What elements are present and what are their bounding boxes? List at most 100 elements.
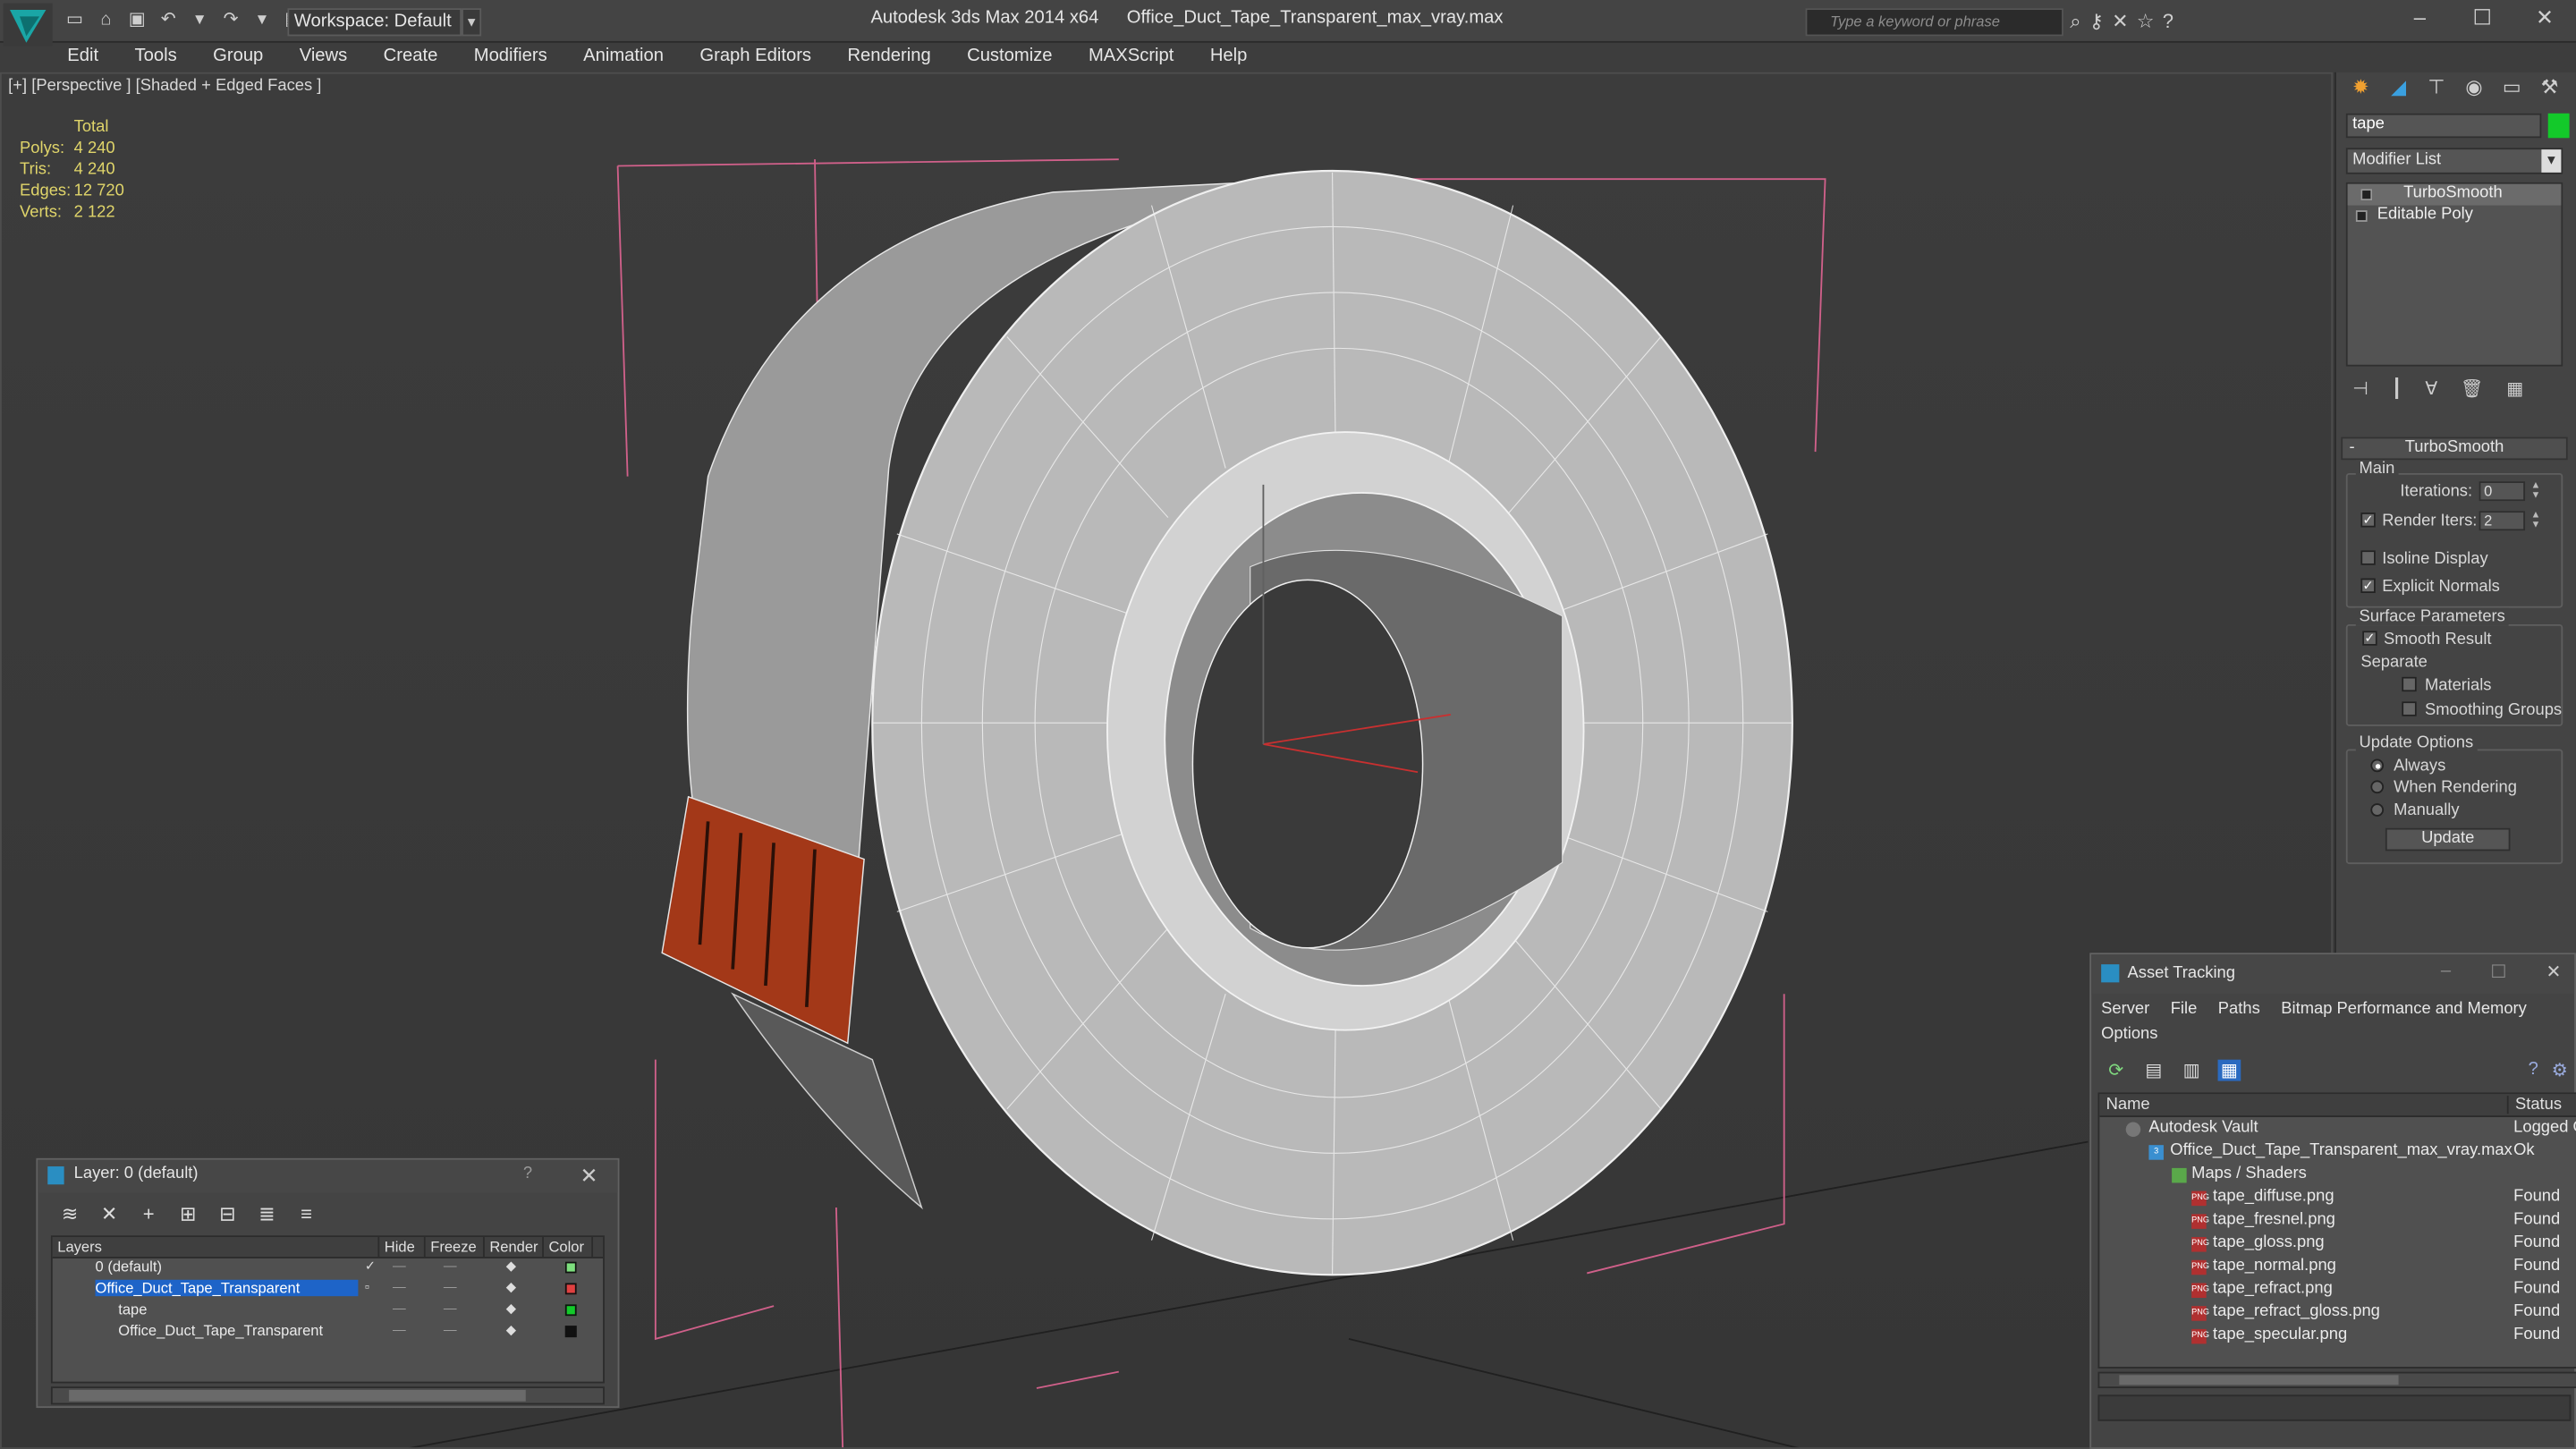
motion-tab-icon[interactable]: ◉	[2458, 75, 2491, 103]
remove-modifier-icon[interactable]: 🗑	[2461, 377, 2484, 399]
redo-dropdown-icon[interactable]: ▾	[250, 10, 275, 31]
open-file-icon[interactable]: ⌂	[94, 10, 119, 31]
modifier-list-dropdown[interactable]: Modifier List	[2345, 148, 2563, 174]
close-icon[interactable]: ✕	[580, 1163, 598, 1189]
col-render[interactable]: Render	[485, 1237, 544, 1258]
active-checkbox[interactable]: ▫	[365, 1280, 369, 1295]
materials-checkbox[interactable]	[2402, 676, 2417, 692]
menu-help[interactable]: Help	[1192, 43, 1266, 72]
smooth-result-checkbox[interactable]: ✓	[2362, 631, 2377, 646]
smoothing-groups-checkbox[interactable]	[2402, 701, 2417, 716]
menu-modifiers[interactable]: Modifiers	[456, 43, 565, 72]
menu-paths[interactable]: Paths	[2218, 1001, 2260, 1019]
table-row[interactable]: Office_Duct_Tape_Transparent — — ◆	[53, 1323, 603, 1344]
undo-icon[interactable]: ↶	[156, 10, 181, 31]
col-status[interactable]: Status	[2506, 1096, 2562, 1114]
render-iters-checkbox[interactable]: ✓	[2360, 513, 2376, 528]
hide-toggle[interactable]: —	[393, 1258, 406, 1274]
table-row[interactable]: Autodesk Vault Logged O	[2099, 1117, 2576, 1140]
menu-group[interactable]: Group	[195, 43, 282, 72]
modify-tab-icon[interactable]: ◢	[2382, 75, 2415, 103]
menu-rendering[interactable]: Rendering	[829, 43, 949, 72]
freeze-toggle[interactable]: —	[444, 1323, 457, 1338]
workspace-select[interactable]: Workspace: Default	[287, 8, 462, 37]
viewport-label[interactable]: [+] [Perspective ] [Shaded + Edged Faces…	[8, 77, 321, 95]
minimize-icon[interactable]: –	[2441, 961, 2451, 982]
hide-toggle[interactable]: —	[393, 1323, 406, 1338]
layer-window-titlebar[interactable]: Layer: 0 (default) ? ✕	[38, 1159, 618, 1193]
close-icon[interactable]: ✕	[2513, 0, 2576, 39]
freeze-toggle[interactable]: —	[444, 1280, 457, 1295]
render-teapot-icon[interactable]: ◆	[506, 1323, 516, 1338]
menu-options[interactable]: Options	[2101, 1025, 2157, 1043]
layers-icon[interactable]: ≋	[57, 1202, 82, 1225]
table-row[interactable]: PNG tape_diffuse.png Found	[2099, 1186, 2576, 1209]
expand-icon[interactable]	[2355, 210, 2368, 222]
thumbnail-view-icon[interactable]: ▥	[2180, 1060, 2203, 1081]
show-end-result-icon[interactable]: ┃	[2391, 377, 2402, 399]
always-radio[interactable]	[2370, 758, 2385, 773]
col-color[interactable]: Color	[544, 1237, 594, 1258]
highlight-layer-icon[interactable]: ⊟	[216, 1202, 241, 1225]
menu-tools[interactable]: Tools	[116, 43, 195, 72]
table-row[interactable]: Maps / Shaders	[2099, 1163, 2576, 1186]
utilities-tab-icon[interactable]: ⚒	[2533, 75, 2566, 103]
object-name-field[interactable]: tape	[2345, 113, 2542, 139]
hide-all-icon[interactable]: ≣	[255, 1202, 280, 1225]
menu-edit[interactable]: Edit	[49, 43, 116, 72]
table-row[interactable]: PNG tape_refract.png Found	[2099, 1278, 2576, 1301]
turbosmooth-rollout-header[interactable]: - TurboSmooth	[2341, 436, 2568, 461]
menu-create[interactable]: Create	[365, 43, 455, 72]
tools-icon[interactable]: ✕	[2112, 10, 2128, 35]
freeze-all-icon[interactable]: ≡	[294, 1202, 319, 1225]
chevron-down-icon[interactable]: ▼	[2541, 149, 2562, 173]
menu-animation[interactable]: Animation	[565, 43, 682, 72]
undo-dropdown-icon[interactable]: ▾	[187, 10, 212, 31]
table-row[interactable]: PNG tape_specular.png Found	[2099, 1324, 2576, 1347]
layer-color-swatch[interactable]	[564, 1283, 577, 1295]
layer-color-swatch[interactable]	[564, 1261, 577, 1274]
vault-settings-icon[interactable]: ⚙	[2552, 1060, 2568, 1081]
new-file-icon[interactable]: ▭	[63, 10, 88, 31]
search-input[interactable]: Type a keyword or phrase	[1805, 8, 2063, 37]
configure-sets-icon[interactable]: ▦	[2506, 377, 2523, 399]
add-layer-icon[interactable]: +	[136, 1202, 161, 1225]
app-logo-icon[interactable]	[3, 3, 53, 47]
make-unique-icon[interactable]: ∀	[2425, 377, 2437, 399]
pin-stack-icon[interactable]: ⊣	[2352, 377, 2368, 399]
menu-file[interactable]: File	[2171, 1001, 2198, 1019]
key-icon[interactable]: ⚷	[2089, 10, 2104, 35]
bulb-icon[interactable]	[2360, 189, 2373, 201]
menu-graph-editors[interactable]: Graph Editors	[682, 43, 829, 72]
menu-customize[interactable]: Customize	[949, 43, 1071, 72]
table-view-icon[interactable]: ▦	[2217, 1059, 2241, 1081]
chevron-down-icon[interactable]: ▼	[462, 8, 482, 37]
render-teapot-icon[interactable]: ◆	[506, 1258, 516, 1274]
stack-item-editable-poly[interactable]: Editable Poly	[2348, 206, 2562, 227]
when-rendering-radio[interactable]	[2370, 780, 2385, 794]
stack-item-turbosmooth[interactable]: TurboSmooth	[2347, 183, 2562, 206]
update-button[interactable]: Update	[2385, 827, 2511, 852]
menu-maxscript[interactable]: MAXScript	[1071, 43, 1192, 72]
object-color-swatch[interactable]	[2547, 113, 2570, 139]
table-row[interactable]: tape — — ◆	[53, 1301, 603, 1323]
menu-server[interactable]: Server	[2101, 1001, 2149, 1019]
explicit-normals-checkbox[interactable]: ✓	[2360, 578, 2376, 594]
horizontal-scrollbar[interactable]	[50, 1386, 605, 1405]
help-icon[interactable]: ?	[2163, 10, 2174, 35]
star-icon[interactable]: ☆	[2137, 10, 2155, 35]
table-row[interactable]: 3 Office_Duct_Tape_Transparent_max_vray.…	[2099, 1140, 2576, 1164]
binoculars-icon[interactable]: ⌕	[2070, 10, 2080, 35]
close-icon[interactable]: ✕	[2546, 961, 2561, 982]
table-row[interactable]: PNG tape_refract_gloss.png Found	[2099, 1301, 2576, 1325]
save-file-icon[interactable]: ▣	[125, 10, 150, 31]
freeze-toggle[interactable]: —	[444, 1301, 457, 1317]
redo-icon[interactable]: ↷	[218, 10, 243, 31]
col-freeze[interactable]: Freeze	[426, 1237, 485, 1258]
spinner-arrows-icon[interactable]: ▲ ▼	[2530, 481, 2542, 501]
render-iters-spinner[interactable]: 2	[2479, 511, 2526, 531]
display-tab-icon[interactable]: ▭	[2496, 75, 2529, 103]
object-color-swatch[interactable]	[564, 1304, 577, 1317]
delete-layer-icon[interactable]: ✕	[97, 1202, 122, 1225]
menu-bitmap-performance[interactable]: Bitmap Performance and Memory	[2281, 1001, 2527, 1019]
